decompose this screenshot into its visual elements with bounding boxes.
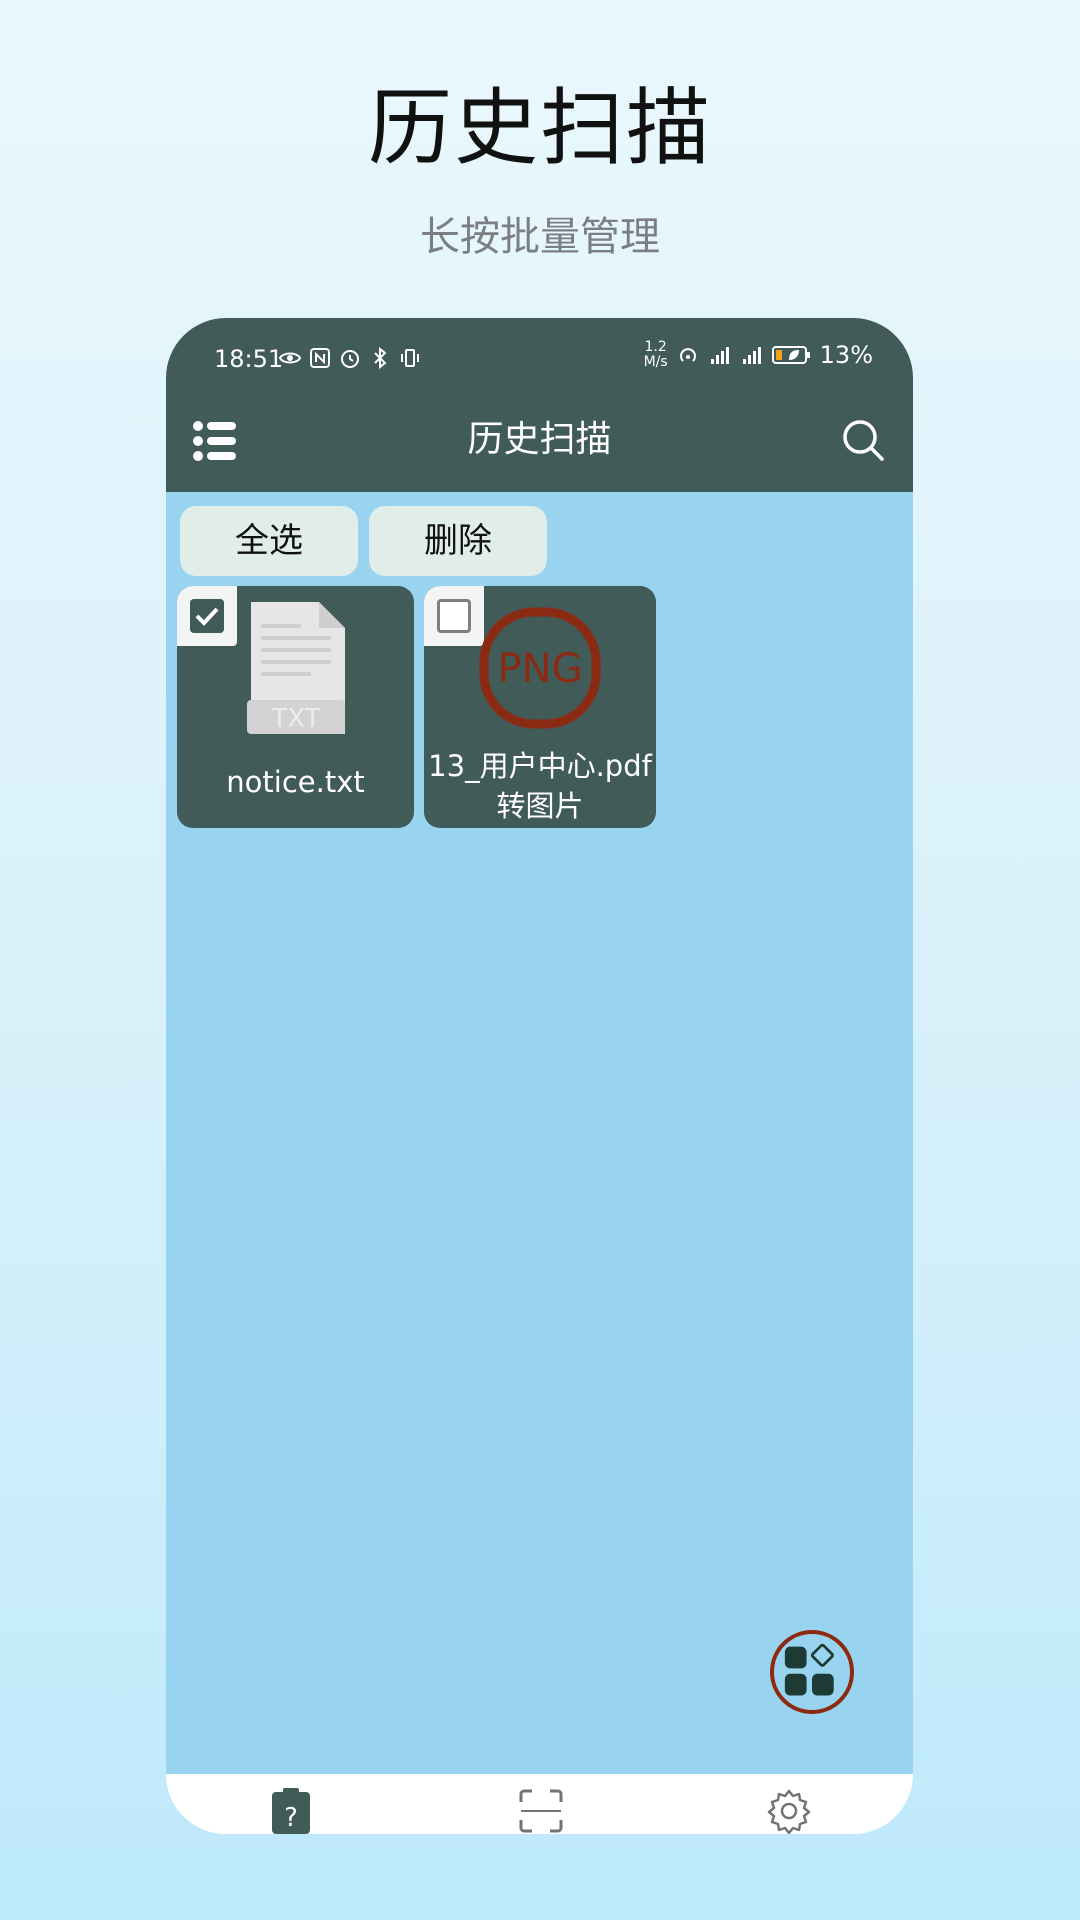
history-content: 全选 删除 TXT notice.txt PNG 13_用户中心.pdf转图片 [166, 492, 913, 1774]
apps-grid-icon[interactable] [770, 1630, 854, 1714]
select-all-button[interactable]: 全选 [180, 506, 358, 576]
bluetooth-icon [374, 346, 387, 370]
search-icon[interactable] [841, 418, 885, 462]
svg-text:?: ? [284, 1803, 298, 1833]
scan-frame-icon[interactable] [518, 1788, 564, 1834]
file-name: notice.txt [226, 765, 365, 799]
txt-file-icon: TXT [247, 602, 345, 734]
vibrate-icon [401, 349, 419, 367]
battery-percent: 13% [819, 341, 873, 369]
status-icons-right: 1.2 M/s 13% [644, 340, 873, 370]
settings-gear-icon[interactable] [766, 1788, 812, 1834]
signal-5g-icon [710, 347, 729, 364]
signal-5g-icon [742, 347, 761, 364]
checkbox-checked[interactable] [190, 599, 224, 633]
status-time: 18:51 [214, 345, 284, 373]
network-speed: 1.2 M/s [644, 340, 668, 370]
battery-icon [771, 346, 810, 364]
phone-screenshot: 18:51 1.2 M/s 13% 历史扫描 全选 删除 TXT notice.… [166, 318, 913, 1834]
hotspot-icon [679, 348, 696, 362]
checkbox-unchecked[interactable] [437, 599, 471, 633]
alarm-icon [341, 350, 359, 368]
nfc-icon [310, 348, 330, 368]
top-app-bar: 18:51 1.2 M/s 13% 历史扫描 [166, 318, 913, 492]
svg-text:PNG: PNG [497, 646, 582, 692]
speed-value: 1.2 [644, 339, 667, 355]
checkbox-container[interactable] [177, 586, 237, 646]
history-clipboard-icon[interactable]: ? [268, 1788, 314, 1834]
eye-icon [278, 352, 302, 364]
file-card[interactable]: TXT notice.txt [177, 586, 414, 828]
bottom-navigation: ? [166, 1774, 913, 1834]
svg-text:TXT: TXT [270, 704, 320, 734]
file-card[interactable]: PNG 13_用户中心.pdf转图片 [424, 586, 656, 828]
delete-button[interactable]: 删除 [369, 506, 547, 576]
png-file-icon: PNG [479, 607, 601, 729]
appbar-title: 历史扫描 [467, 419, 612, 460]
checkbox-container[interactable] [424, 586, 484, 646]
promo-title: 历史扫描 [367, 79, 712, 177]
speed-unit: M/s [643, 354, 668, 370]
promo-subtitle: 长按批量管理 [420, 214, 660, 260]
status-icons-left [278, 346, 422, 370]
file-name: 13_用户中心.pdf转图片 [428, 749, 652, 823]
